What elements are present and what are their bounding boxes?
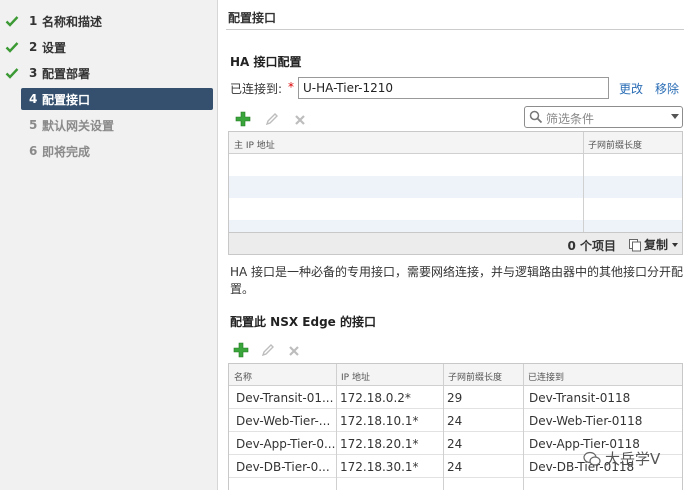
chevron-down-icon [672, 242, 678, 247]
interface-ip: 172.18.20.1* [340, 437, 419, 451]
step-label: 默认网关设置 [42, 118, 115, 133]
column-header[interactable]: 已连接到 [528, 370, 564, 383]
step-label: 设置 [42, 40, 67, 55]
interface-prefix: 29 [447, 391, 463, 405]
column-divider [443, 364, 444, 490]
interface-name: Dev-Web-Tier-... [236, 414, 331, 428]
table-row[interactable]: Dev-Web-Tier-... 172.18.10.1* 24 Dev-Web… [229, 409, 682, 432]
copy-icon [628, 238, 641, 251]
step-number: 5 [29, 118, 38, 132]
step-label: 配置接口 [42, 92, 91, 107]
table-row[interactable]: Dev-Transit-01... 172.18.0.2* 29 Dev-Tra… [229, 386, 682, 409]
search-icon [529, 110, 543, 124]
interface-connected-to: Dev-Transit-0118 [529, 391, 631, 405]
grid-header: 主 IP 地址 子网前缀长度 [229, 132, 682, 154]
empty-row [229, 198, 682, 220]
column-divider [523, 364, 524, 490]
wechat-icon [583, 451, 601, 466]
column-header[interactable]: 名称 [234, 370, 252, 383]
column-header[interactable]: 子网前缀长度 [588, 138, 642, 151]
watermark: 大岳学V [583, 448, 660, 469]
check-icon [5, 16, 19, 27]
interface-name: Dev-App-Tier-0... [236, 437, 336, 451]
item-count: 0 个项目 [567, 239, 616, 253]
add-icon[interactable] [233, 342, 249, 358]
ha-interface-grid: 主 IP 地址 子网前缀长度 0 个项目 复制 [228, 131, 683, 255]
step-label: 名称和描述 [42, 14, 103, 29]
grid-header: 名称 IP 地址 子网前缀长度 已连接到 [229, 364, 682, 386]
interface-ip: 172.18.10.1* [340, 414, 419, 428]
ha-section-title: HA 接口配置 [230, 55, 302, 69]
check-icon [5, 68, 19, 79]
chevron-down-icon[interactable] [671, 114, 679, 119]
filter-input[interactable]: 筛选条件 [524, 106, 683, 128]
interface-ip: 172.18.0.2* [340, 391, 411, 405]
column-header[interactable]: 主 IP 地址 [234, 138, 275, 151]
connected-to-label: 已连接到: [230, 82, 283, 96]
column-divider [336, 364, 337, 490]
grid-footer: 0 个项目 复制 [229, 232, 682, 254]
step-number: 3 [29, 66, 38, 80]
ha-description: HA 接口是一种必备的专用接口，需要网络连接，并与逻辑路由器中的其他接口分开配置… [230, 265, 684, 296]
page-title: 配置接口 [228, 11, 277, 25]
step-4-interfaces[interactable]: 4 配置接口 [21, 88, 213, 110]
delete-icon[interactable] [286, 343, 302, 359]
step-2-settings[interactable]: 2 设置 [0, 36, 218, 58]
required-mark: * [288, 80, 294, 94]
step-number: 4 [29, 92, 38, 106]
interface-name: Dev-DB-Tier-0... [236, 460, 330, 474]
step-6-ready-to-complete[interactable]: 6 即将完成 [0, 140, 218, 162]
empty-row [229, 220, 682, 232]
change-link[interactable]: 更改 [619, 80, 643, 97]
column-header[interactable]: 子网前缀长度 [448, 370, 502, 383]
copy-label: 复制 [643, 238, 668, 252]
step-label: 即将完成 [42, 144, 91, 159]
interface-connected-to: Dev-Web-Tier-0118 [529, 414, 643, 428]
delete-icon[interactable] [292, 112, 308, 128]
interfaces-section-title: 配置此 NSX Edge 的接口 [230, 315, 376, 329]
step-5-default-gateway[interactable]: 5 默认网关设置 [0, 114, 218, 136]
edit-icon[interactable] [264, 111, 280, 127]
remove-link[interactable]: 移除 [655, 80, 679, 97]
divider [226, 29, 684, 30]
copy-button[interactable]: 复制 [628, 236, 678, 253]
column-header[interactable]: IP 地址 [341, 370, 370, 383]
interface-prefix: 24 [447, 437, 463, 451]
filter-placeholder: 筛选条件 [546, 112, 595, 126]
interface-prefix: 24 [447, 414, 463, 428]
empty-row [229, 176, 682, 198]
step-3-deployment[interactable]: 3 配置部署 [0, 62, 218, 84]
interface-name: Dev-Transit-01... [236, 391, 334, 405]
watermark-text: 大岳学V [605, 450, 661, 468]
empty-row [229, 154, 682, 176]
add-icon[interactable] [235, 111, 251, 127]
connected-to-input[interactable] [298, 77, 609, 99]
step-number: 6 [29, 144, 38, 158]
step-number: 2 [29, 40, 38, 54]
check-icon [5, 42, 19, 53]
main-panel: 配置接口 HA 接口配置 已连接到: * 更改 移除 筛选条件 主 IP 地址 … [218, 0, 691, 490]
step-1-name-description[interactable]: 1 名称和描述 [0, 10, 218, 32]
interface-ip: 172.18.30.1* [340, 460, 419, 474]
interfaces-grid: 名称 IP 地址 子网前缀长度 已连接到 Dev-Transit-01... 1… [228, 363, 683, 490]
interface-prefix: 24 [447, 460, 463, 474]
step-number: 1 [29, 14, 38, 28]
edit-icon[interactable] [260, 342, 276, 358]
wizard-sidebar: 1 名称和描述 2 设置 3 配置部署 4 配置接口 5 默认网关设置 6 即将… [0, 0, 218, 490]
step-label: 配置部署 [42, 66, 91, 81]
column-divider [583, 132, 584, 232]
